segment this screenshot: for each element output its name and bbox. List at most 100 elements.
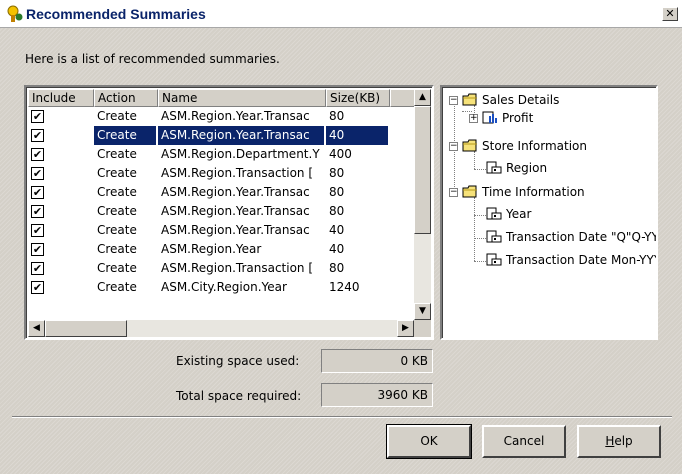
dimension-icon: [486, 253, 502, 266]
include-checkbox[interactable]: ✔: [31, 262, 44, 275]
include-checkbox[interactable]: ✔: [31, 129, 44, 142]
action-cell: Create: [94, 126, 156, 145]
name-cell: ASM.Region.Year.Transac: [161, 109, 310, 123]
scroll-down-button[interactable]: ▼: [414, 303, 431, 320]
include-checkbox[interactable]: ✔: [31, 205, 44, 218]
action-cell: Create: [97, 223, 137, 237]
list-vertical-scrollbar[interactable]: ▲ ▼: [414, 89, 431, 320]
include-checkbox[interactable]: ✔: [31, 110, 44, 123]
table-row[interactable]: ✔ Create ASM.Region.Transaction [ 80: [28, 164, 416, 183]
folder-icon: [462, 139, 477, 152]
scroll-up-button[interactable]: ▲: [414, 89, 431, 106]
name-cell: ASM.Region.Year.Transac: [158, 126, 324, 145]
column-action[interactable]: Action: [94, 89, 158, 107]
summaries-list[interactable]: Include Action Name Size(KB) ✔ Create ASM.…: [24, 85, 434, 340]
action-cell: Create: [97, 109, 137, 123]
name-cell: ASM.Region.Year: [161, 242, 262, 256]
table-row[interactable]: ✔ Create ASM.Region.Transaction [80: [28, 259, 416, 278]
size-cell: 40: [329, 242, 345, 256]
existing-space-label: Existing space used:: [176, 354, 300, 368]
help-label: elp: [614, 434, 633, 448]
tree-node-label: Store Information: [482, 139, 587, 153]
folder-icon: [462, 185, 477, 198]
help-button[interactable]: Help: [577, 425, 661, 458]
size-cell: 40: [329, 223, 345, 237]
include-checkbox[interactable]: ✔: [31, 243, 44, 256]
include-checkbox[interactable]: ✔: [31, 224, 44, 237]
list-horizontal-scrollbar[interactable]: ◀ ▶: [28, 320, 414, 337]
name-cell: ASM.Region.Year.Transac: [161, 223, 310, 237]
include-checkbox[interactable]: ✔: [31, 148, 44, 161]
tree-node-time-information[interactable]: − Time Information: [448, 183, 648, 201]
name-cell: ASM.City.Region.Year: [161, 280, 287, 294]
table-row[interactable]: ✔ Create ASM.Region.Department.Y 400: [28, 145, 416, 164]
action-cell: Create: [97, 185, 137, 199]
expand-toggle[interactable]: +: [469, 114, 478, 123]
title-bar: Recommended Summaries ✕: [0, 0, 682, 28]
action-cell: Create: [97, 147, 137, 161]
table-row[interactable]: ✔ Create ASM.Region.Year.Transac 80: [28, 107, 416, 126]
dimension-tree[interactable]: − Sales Details + Profit − Store Informa…: [440, 85, 658, 340]
help-mnemonic: H: [605, 434, 615, 448]
table-row[interactable]: ✔ Create ASM.Region.Year.Transac 80: [28, 183, 416, 202]
collapse-toggle[interactable]: −: [449, 142, 458, 151]
size-cell: 80: [329, 109, 345, 123]
collapse-toggle[interactable]: −: [449, 188, 458, 197]
name-cell: ASM.Region.Department.Y: [161, 147, 320, 161]
tree-node-region[interactable]: Region: [484, 159, 644, 177]
existing-space-value: 0 KB: [321, 349, 433, 373]
ok-button[interactable]: OK: [386, 424, 472, 459]
column-name[interactable]: Name: [158, 89, 326, 107]
collapse-toggle[interactable]: −: [449, 96, 458, 105]
size-cell: 80: [329, 261, 345, 275]
close-button[interactable]: ✕: [662, 7, 678, 21]
intro-text: Here is a list of recommended summaries.: [25, 52, 280, 66]
horizontal-scroll-thumb[interactable]: [45, 320, 127, 337]
action-cell: Create: [97, 242, 137, 256]
action-cell: Create: [97, 280, 137, 294]
include-checkbox[interactable]: ✔: [31, 186, 44, 199]
name-cell: ASM.Region.Year.Transac: [161, 185, 310, 199]
table-row[interactable]: ✔ Create ASM.Region.Year.Transac 80: [28, 202, 416, 221]
tree-node-label: Sales Details: [482, 93, 560, 107]
size-cell: 80: [329, 185, 345, 199]
tree-node-label: Transaction Date "Q"Q-YY: [506, 230, 658, 244]
table-row[interactable]: ✔ Create ASM.City.Region.Year 1240: [28, 278, 416, 297]
cancel-button[interactable]: Cancel: [482, 425, 566, 458]
size-cell: 40: [326, 126, 388, 145]
folder-icon: [462, 93, 477, 106]
total-space-label: Total space required:: [176, 389, 302, 403]
tree-node-transaction-date-quarter[interactable]: Transaction Date "Q"Q-YY: [484, 228, 658, 246]
column-include[interactable]: Include: [28, 89, 94, 107]
tree-node-store-information[interactable]: − Store Information: [448, 137, 648, 155]
include-checkbox[interactable]: ✔: [31, 281, 44, 294]
scroll-left-button[interactable]: ◀: [28, 320, 45, 337]
summary-wizard-icon: [7, 5, 23, 22]
measure-icon: [482, 111, 497, 124]
table-row[interactable]: ✔ Create ASM.Region.Year.Transac 40: [28, 221, 416, 240]
window-title: Recommended Summaries: [26, 6, 206, 22]
column-size[interactable]: Size(KB): [326, 89, 390, 107]
table-row[interactable]: ✔ Create ASM.Region.Year 40: [28, 240, 416, 259]
table-row[interactable]: ✔ Create ASM.Region.Year.Transac 40: [28, 126, 416, 145]
tree-node-label: Time Information: [482, 185, 585, 199]
include-checkbox[interactable]: ✔: [31, 167, 44, 180]
size-cell: 400: [329, 147, 352, 161]
vertical-scroll-thumb[interactable]: [414, 106, 431, 234]
total-space-value: 3960 KB: [321, 383, 433, 407]
size-cell: 80: [329, 166, 345, 180]
action-cell: Create: [97, 166, 137, 180]
size-cell: 1240: [329, 280, 360, 294]
tree-node-transaction-date-month[interactable]: Transaction Date Mon-YYY: [484, 251, 656, 269]
dimension-icon: [486, 230, 502, 243]
name-cell: ASM.Region.Transaction [: [161, 166, 314, 180]
scrollbar-corner: [414, 320, 431, 337]
tree-node-year[interactable]: Year: [484, 205, 644, 223]
tree-node-sales-details[interactable]: − Sales Details: [448, 91, 648, 109]
tree-connector: [474, 197, 475, 261]
tree-node-label: Region: [506, 161, 548, 175]
tree-node-profit[interactable]: + Profit: [468, 109, 648, 127]
scroll-right-button[interactable]: ▶: [397, 320, 414, 337]
dimension-icon: [486, 207, 502, 220]
size-cell: 80: [329, 204, 345, 218]
